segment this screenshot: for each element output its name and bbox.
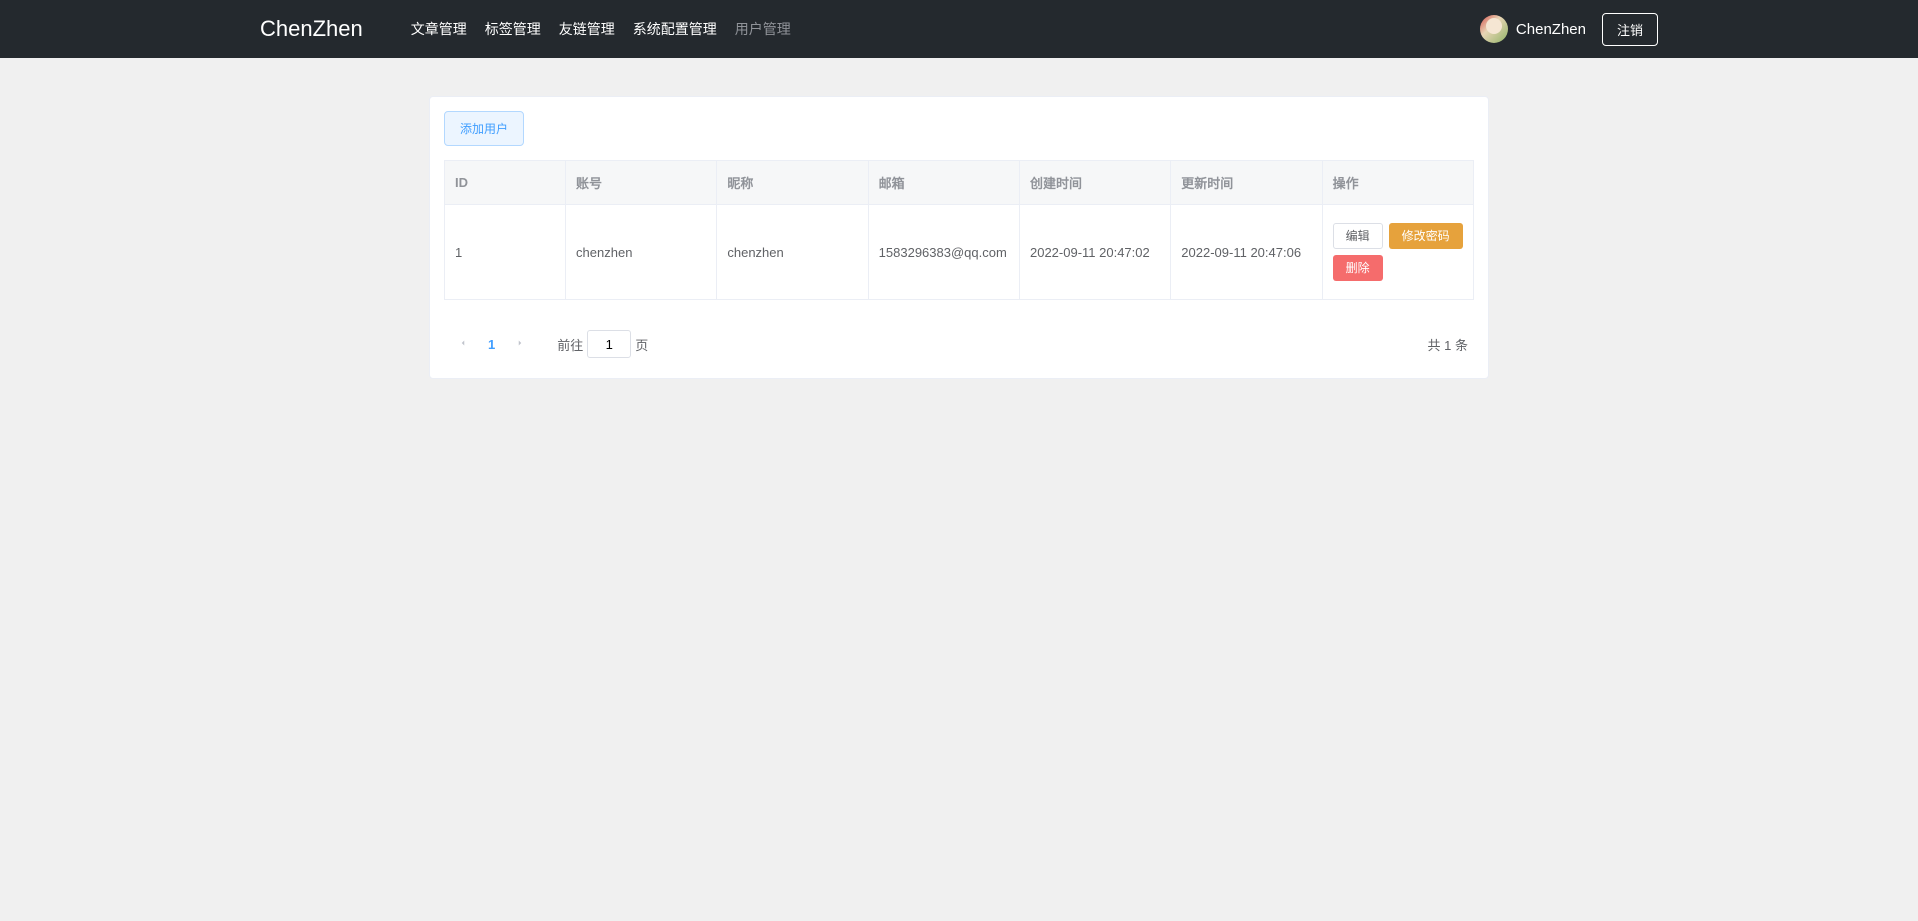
th-account: 账号 (566, 161, 717, 205)
avatar (1480, 15, 1508, 43)
chevron-left-icon (458, 338, 468, 348)
main-nav: 文章管理 标签管理 友链管理 系统配置管理 用户管理 (411, 19, 791, 39)
nav-config-mgmt[interactable]: 系统配置管理 (633, 19, 717, 39)
header: ChenZhen 文章管理 标签管理 友链管理 系统配置管理 用户管理 Chen… (0, 0, 1918, 58)
cell-account: chenzhen (566, 205, 717, 300)
th-actions: 操作 (1322, 161, 1473, 205)
page-number[interactable]: 1 (476, 337, 507, 352)
logout-button[interactable]: 注销 (1602, 13, 1658, 46)
jump-suffix: 页 (635, 335, 648, 354)
username: ChenZhen (1516, 21, 1586, 38)
table-header-row: ID 账号 昵称 邮箱 创建时间 更新时间 操作 (445, 161, 1474, 205)
th-nickname: 昵称 (717, 161, 868, 205)
next-page-button[interactable] (507, 337, 533, 351)
jump-prefix: 前往 (557, 335, 583, 354)
brand-title[interactable]: ChenZhen (260, 16, 363, 42)
prev-page-button[interactable] (450, 337, 476, 351)
delete-button[interactable]: 删除 (1333, 255, 1383, 281)
cell-id: 1 (445, 205, 566, 300)
change-password-button[interactable]: 修改密码 (1389, 223, 1463, 249)
th-updated-at: 更新时间 (1171, 161, 1322, 205)
edit-button[interactable]: 编辑 (1333, 223, 1383, 249)
jump-input[interactable] (587, 330, 631, 358)
th-created-at: 创建时间 (1019, 161, 1170, 205)
cell-email: 1583296383@qq.com (868, 205, 1019, 300)
header-right: ChenZhen 注销 (1480, 13, 1658, 46)
th-email: 邮箱 (868, 161, 1019, 205)
chevron-right-icon (515, 338, 525, 348)
cell-actions: 编辑 修改密码 删除 (1322, 205, 1473, 300)
add-user-button[interactable]: 添加用户 (444, 111, 524, 146)
user-table: ID 账号 昵称 邮箱 创建时间 更新时间 操作 1 chenzhen chen… (444, 160, 1474, 300)
pagination: 1 前往 页 共 1 条 (444, 330, 1474, 358)
nav-tag-mgmt[interactable]: 标签管理 (485, 19, 541, 39)
table-row: 1 chenzhen chenzhen 1583296383@qq.com 20… (445, 205, 1474, 300)
user-info[interactable]: ChenZhen (1480, 15, 1586, 43)
page-jump: 前往 页 (557, 330, 648, 358)
nav-user-mgmt[interactable]: 用户管理 (735, 19, 791, 39)
cell-created-at: 2022-09-11 20:47:02 (1019, 205, 1170, 300)
pagination-total: 共 1 条 (1428, 335, 1468, 354)
th-id: ID (445, 161, 566, 205)
cell-updated-at: 2022-09-11 20:47:06 (1171, 205, 1322, 300)
cell-nickname: chenzhen (717, 205, 868, 300)
main-panel: 添加用户 ID 账号 昵称 邮箱 创建时间 更新时间 操作 1 chenzhen… (429, 96, 1489, 379)
nav-article-mgmt[interactable]: 文章管理 (411, 19, 467, 39)
nav-link-mgmt[interactable]: 友链管理 (559, 19, 615, 39)
